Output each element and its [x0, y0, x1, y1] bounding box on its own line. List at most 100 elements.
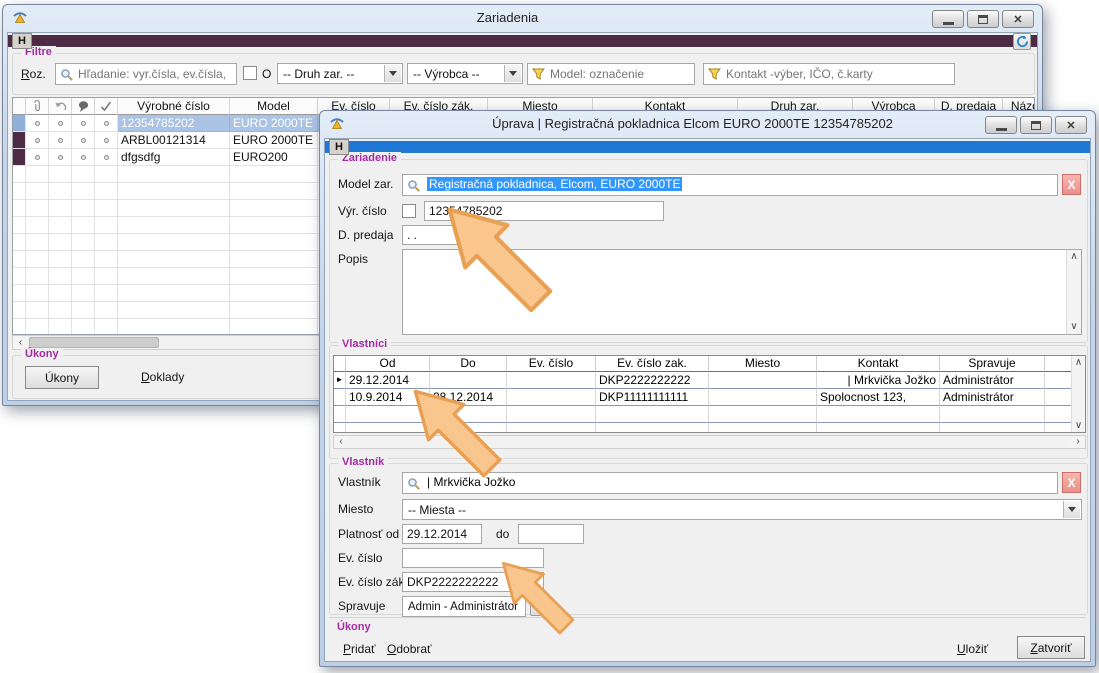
vlastnik-clear-button[interactable]: X	[1062, 472, 1081, 493]
close-icon: ✕	[1013, 13, 1022, 26]
column-header-kontakt[interactable]: Kontakt	[817, 356, 940, 372]
minimize-button[interactable]	[985, 116, 1017, 134]
scroll-right-icon[interactable]: ›	[1071, 436, 1085, 448]
kontakt-filter-field[interactable]	[703, 63, 955, 85]
window-title: Zariadenia	[33, 10, 982, 25]
vyrobca-select[interactable]: -- Výrobca --	[407, 63, 523, 84]
column-header-miesto[interactable]: Miesto	[709, 356, 817, 372]
cell-kontakt: Spolocnost 123,	[817, 389, 940, 406]
column-header-ev-cislo-zak[interactable]: Ev. číslo zak.	[596, 356, 709, 372]
spravuje-value: Admin - Administrátor	[408, 601, 518, 613]
platnost-od-input[interactable]	[402, 524, 482, 544]
vyrobca-dropdown-button[interactable]	[504, 65, 521, 82]
cell-ev-cislo	[507, 372, 596, 389]
model-filter-field[interactable]	[527, 63, 695, 85]
search-icon	[60, 68, 73, 81]
check-column-header[interactable]	[95, 98, 118, 115]
filter-funnel-icon	[532, 68, 545, 80]
table-row[interactable]: 10.9.2014 28.12.2014 DKP11111111111 Spol…	[334, 389, 1085, 406]
cell-od: 10.9.2014	[346, 389, 430, 406]
scroll-left-icon[interactable]: ‹	[334, 436, 348, 448]
chevron-down-icon	[509, 71, 517, 76]
model-zar-value: Registračná pokladnica, Elcom, EURO 2000…	[427, 177, 682, 191]
spravuje-select[interactable]: Admin - Administrátor	[402, 596, 526, 617]
scroll-down-icon[interactable]: ∨	[1067, 320, 1081, 334]
refresh-button[interactable]	[1013, 33, 1031, 50]
popis-textarea[interactable]: ∧ ∨	[402, 249, 1082, 335]
cell-kontakt: | Mrkvička Jožko	[817, 372, 940, 389]
spravuje-dropdown-button[interactable]	[530, 596, 552, 616]
zariadenia-titlebar[interactable]: Zariadenia ✕	[3, 5, 1042, 32]
maximize-icon	[978, 15, 988, 24]
close-button[interactable]: ✕	[1055, 116, 1087, 134]
hscroll-thumb[interactable]	[29, 337, 159, 348]
vlastnici-hscrollbar[interactable]: ‹ ›	[333, 435, 1086, 449]
platnost-od-label: Platnosť od	[338, 527, 399, 541]
scroll-up-icon[interactable]: ∧	[1072, 356, 1085, 369]
scroll-down-icon[interactable]: ∨	[1072, 419, 1085, 432]
h-tab[interactable]: H	[329, 139, 349, 155]
ev-cislo-label: Ev. číslo	[338, 551, 382, 565]
vlastnici-vscrollbar[interactable]: ∧ ∨	[1071, 356, 1085, 432]
minimize-button[interactable]	[932, 10, 964, 28]
cell-ev-cislo-zak: DKP2222222222	[596, 372, 709, 389]
empty-row	[334, 423, 1085, 433]
footer-divider	[329, 617, 1086, 618]
ukony-button[interactable]: Úkony	[25, 366, 99, 389]
vlastnik-field[interactable]: | Mrkvička Jožko	[402, 472, 1058, 494]
ukony-section-label: Úkony	[337, 621, 371, 633]
cell-vyrobne-cislo: 12354785202	[118, 115, 230, 132]
popis-vscrollbar[interactable]: ∧ ∨	[1066, 250, 1081, 334]
column-header-od[interactable]: Od	[346, 356, 430, 372]
search-input[interactable]	[78, 65, 234, 83]
miesto-select[interactable]: -- Miesta --	[402, 499, 1082, 520]
zariadenie-group: Zariadenie Model zar. Registračná poklad…	[329, 159, 1088, 343]
druh-zar-value: -- Druh zar. --	[283, 67, 354, 81]
minimize-icon	[996, 128, 1007, 131]
druh-zar-dropdown-button[interactable]	[384, 65, 401, 82]
doklady-link[interactable]: Doklady	[141, 370, 184, 384]
ulozit-link[interactable]: Uložiť	[957, 642, 988, 656]
ev-cislo-zak-input[interactable]	[402, 572, 544, 592]
odobrat-link[interactable]: Odobrať	[387, 642, 432, 656]
vyr-cislo-checkbox[interactable]	[402, 204, 416, 218]
kontakt-filter-input[interactable]	[726, 65, 952, 83]
zatvorit-button-label: Zatvoriť	[1030, 641, 1071, 655]
search-field[interactable]	[55, 63, 237, 85]
h-tab[interactable]: H	[12, 33, 32, 49]
undo-column-header[interactable]	[49, 98, 72, 115]
model-filter-input[interactable]	[550, 65, 692, 83]
cell-vyrobne-cislo: dfgsdfg	[118, 149, 230, 166]
vlastnici-table: Od Do Ev. číslo Ev. číslo zak. Miesto Ko…	[333, 355, 1086, 433]
vlastnik-group: Vlastník Vlastník | Mrkvička Jožko X Mie…	[329, 463, 1088, 615]
uprava-titlebar[interactable]: Úprava | Registračná pokladnica Elcom EU…	[320, 111, 1095, 138]
column-header-ev-cislo[interactable]: Ev. číslo	[507, 356, 596, 372]
d-predaja-input[interactable]	[402, 225, 474, 245]
maximize-button[interactable]	[967, 10, 999, 28]
refresh-icon	[1016, 35, 1029, 48]
platnost-do-input[interactable]	[518, 524, 584, 544]
roz-link[interactable]: Roz.	[21, 67, 46, 81]
model-zar-clear-button[interactable]: X	[1062, 174, 1081, 195]
o-checkbox[interactable]	[243, 66, 257, 80]
ev-cislo-input[interactable]	[402, 548, 544, 568]
column-header-do[interactable]: Do	[430, 356, 507, 372]
status-dot	[104, 121, 109, 126]
column-header-spravuje[interactable]: Spravuje	[940, 356, 1045, 372]
table-row[interactable]: ► 29.12.2014 DKP2222222222 | Mrkvička Jo…	[334, 372, 1085, 389]
miesto-dropdown-button[interactable]	[1063, 501, 1080, 518]
druh-zar-select[interactable]: -- Druh zar. --	[277, 63, 403, 84]
comment-column-header[interactable]	[72, 98, 95, 115]
maximize-button[interactable]	[1020, 116, 1052, 134]
scroll-up-icon[interactable]: ∧	[1067, 250, 1081, 264]
attachment-column-header[interactable]	[26, 98, 49, 115]
cell-od: 29.12.2014	[346, 372, 430, 389]
filter-funnel-icon	[708, 68, 721, 80]
model-zar-field[interactable]: Registračná pokladnica, Elcom, EURO 2000…	[402, 174, 1058, 196]
column-header-vyrobne-cislo[interactable]: Výrobné číslo	[118, 98, 230, 115]
column-header-model[interactable]: Model	[230, 98, 318, 115]
pridat-link[interactable]: Pridať	[343, 642, 376, 656]
zatvorit-button[interactable]: Zatvoriť	[1017, 636, 1085, 659]
close-button[interactable]: ✕	[1002, 10, 1034, 28]
vyr-cislo-input[interactable]	[424, 201, 664, 221]
